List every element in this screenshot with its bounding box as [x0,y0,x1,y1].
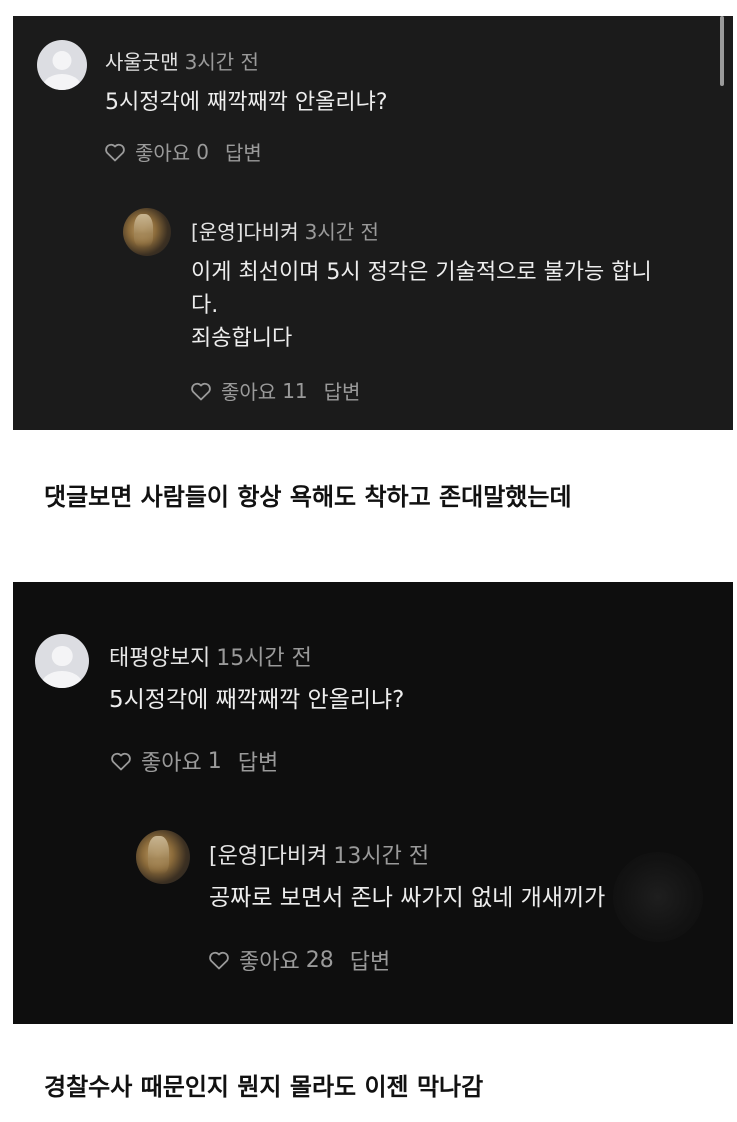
heart-outline-icon[interactable] [103,140,127,164]
reply-actions: 좋아요 28 답변 [207,944,390,976]
replier-avatar[interactable] [136,830,190,884]
like-label[interactable]: 좋아요 [221,376,276,405]
commenter-avatar[interactable] [35,634,89,688]
like-label[interactable]: 좋아요 [239,944,300,976]
comment-author[interactable]: 사울굿맨 [105,50,179,74]
like-count: 11 [282,378,308,403]
comment-time: 3시간 전 [184,50,259,74]
comment-time: 15시간 전 [216,646,312,671]
comment-screenshot-2: 태평양보지 15시간 전 5시정각에 째깍째깍 안올리냐? 좋아요 1 답변 [운… [13,582,733,1024]
like-label[interactable]: 좋아요 [135,137,190,166]
reply-button[interactable]: 답변 [324,376,361,405]
caption-1: 댓글보면 사람들이 항상 욕해도 착하고 존대말했는데 [44,483,572,511]
reply-time: 3시간 전 [304,220,379,244]
comment-text: 5시정각에 째깍째깍 안올리냐? [109,687,405,713]
comment-header: 태평양보지 15시간 전 [109,640,312,672]
reply-button[interactable]: 답변 [350,944,390,976]
reply-author[interactable]: [운영]다비켜 [209,844,327,869]
reply-text: 공짜로 보면서 존나 싸가지 없네 개새끼가 [209,885,606,911]
comment-author[interactable]: 태평양보지 [109,646,210,671]
reply-button[interactable]: 답변 [238,745,278,777]
heart-outline-icon[interactable] [207,948,231,972]
comment-actions: 좋아요 1 답변 [109,745,278,777]
reply-author[interactable]: [운영]다비켜 [191,220,299,244]
comment-actions: 좋아요 0 답변 [103,137,262,166]
commenter-avatar[interactable] [37,40,87,90]
reply-header: [운영]다비켜 3시간 전 [191,216,379,245]
comment-text: 5시정각에 째깍째깍 안올리냐? [105,90,388,115]
heart-outline-icon[interactable] [189,379,213,403]
replier-avatar[interactable] [123,208,171,256]
comment-screenshot-1: 사울굿맨 3시간 전 5시정각에 째깍째깍 안올리냐? 좋아요 0 답변 [운영]… [13,16,733,430]
like-label[interactable]: 좋아요 [141,745,202,777]
like-count: 0 [196,139,209,164]
blur-smudge [613,852,703,942]
reply-button[interactable]: 답변 [225,137,262,166]
like-count: 28 [305,947,334,973]
comment-header: 사울굿맨 3시간 전 [105,46,259,75]
like-count: 1 [207,748,222,774]
reply-time: 13시간 전 [333,844,430,869]
reply-actions: 좋아요 11 답변 [189,376,360,405]
scrollbar[interactable] [720,16,724,86]
reply-header: [운영]다비켜 13시간 전 [209,838,429,870]
heart-outline-icon[interactable] [109,749,133,773]
caption-2: 경찰수사 때문인지 뭔지 몰라도 이젠 막나감 [44,1073,484,1101]
reply-text: 이게 최선이며 5시 정각은 기술적으로 불가능 합니 다. 죄송합니다 [191,260,652,351]
